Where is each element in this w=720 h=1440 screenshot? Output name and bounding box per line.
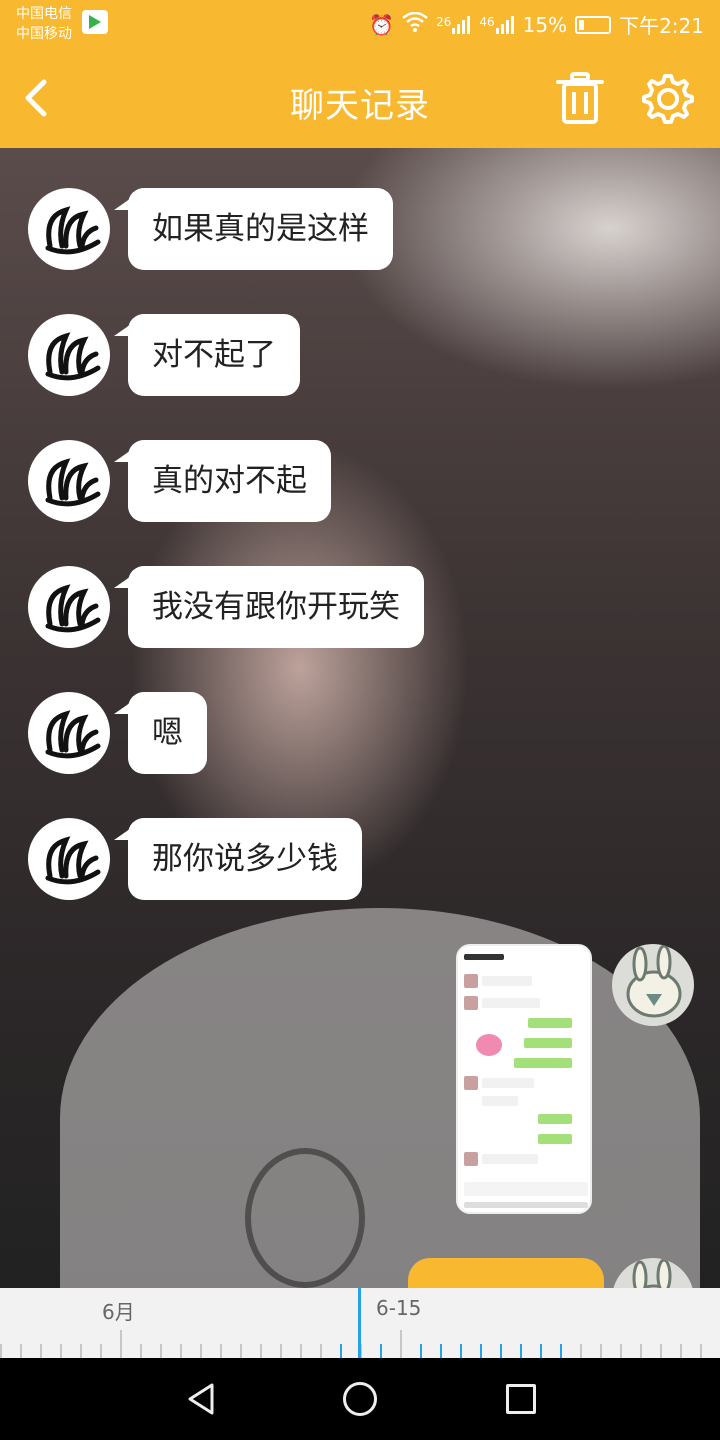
timeline-tick: [400, 1330, 402, 1358]
battery-percent: 15%: [522, 12, 568, 37]
message-bubble[interactable]: 我没有跟你开玩笑: [114, 566, 424, 648]
image-message-thumbnail[interactable]: [456, 944, 592, 1214]
trash-icon[interactable]: [556, 72, 604, 124]
outgoing-message-bubble[interactable]: [408, 1258, 604, 1288]
nav-recents-icon[interactable]: [506, 1384, 536, 1414]
timeline-tick: [280, 1344, 282, 1358]
chat-history[interactable]: 如果真的是这样 对不起了 真的对不起 我没有跟你开玩笑 嗯 那你说多少钱: [0, 148, 720, 1288]
timeline-tick: [220, 1344, 222, 1358]
status-bar: 中国电信 中国移动 ⏰ 26 46 15% 下午2:21: [0, 0, 720, 50]
video-app-icon: [82, 10, 108, 34]
timeline-tick: [600, 1344, 602, 1358]
avatar[interactable]: [28, 314, 110, 396]
timeline-tick: [300, 1344, 302, 1358]
timeline-tick: [60, 1344, 62, 1358]
date-timeline[interactable]: 6月 6-15: [0, 1288, 720, 1358]
timeline-date-label: 6-15: [376, 1296, 422, 1320]
background-photo: [60, 908, 700, 1288]
message-bubble[interactable]: 嗯: [114, 692, 207, 774]
signal-1-icon: 26: [436, 15, 471, 35]
gear-icon[interactable]: [640, 72, 694, 126]
timeline-tick: [340, 1344, 342, 1358]
timeline-tick: [520, 1344, 522, 1358]
timeline-tick: [540, 1344, 542, 1358]
carrier-info: 中国电信 中国移动: [16, 4, 72, 44]
message-bubble[interactable]: 真的对不起: [114, 440, 331, 522]
timeline-tick: [0, 1344, 2, 1358]
alarm-icon: ⏰: [369, 12, 395, 37]
timeline-tick: [40, 1344, 42, 1358]
timeline-tick: [240, 1344, 242, 1358]
page-title: 聊天记录: [290, 86, 430, 126]
clock: 下午2:21: [619, 14, 704, 38]
timeline-tick: [620, 1344, 622, 1358]
timeline-tick: [140, 1344, 142, 1358]
nav-back-icon[interactable]: [186, 1382, 216, 1416]
timeline-tick: [640, 1344, 642, 1358]
timeline-tick: [700, 1344, 702, 1358]
avatar[interactable]: [28, 692, 110, 774]
timeline-tick: [500, 1344, 502, 1358]
timeline-tick: [440, 1344, 442, 1358]
network-type-2: 46: [479, 14, 495, 29]
timeline-tick: [480, 1344, 482, 1358]
carrier-2: 中国移动: [16, 26, 72, 42]
timeline-tick: [80, 1344, 82, 1358]
avatar[interactable]: [28, 188, 110, 270]
timeline-tick: [100, 1344, 102, 1358]
network-type-1: 26: [436, 14, 452, 29]
timeline-tick: [180, 1344, 182, 1358]
avatar[interactable]: [28, 818, 110, 900]
background-photo-detail: [245, 1148, 365, 1288]
timeline-tick: [160, 1344, 162, 1358]
timeline-tick: [380, 1344, 382, 1358]
message-bubble[interactable]: 那你说多少钱: [114, 818, 362, 900]
timeline-tick: [420, 1344, 422, 1358]
avatar[interactable]: [28, 566, 110, 648]
avatar[interactable]: [28, 440, 110, 522]
timeline-tick: [560, 1344, 562, 1358]
wifi-icon: [402, 11, 428, 37]
timeline-tick: [120, 1330, 122, 1358]
timeline-tick: [580, 1344, 582, 1358]
nav-home-icon[interactable]: [343, 1382, 377, 1416]
timeline-tick: [260, 1344, 262, 1358]
message-bubble[interactable]: 对不起了: [114, 314, 300, 396]
self-avatar[interactable]: [612, 944, 694, 1026]
timeline-tick: [200, 1344, 202, 1358]
timeline-tick: [660, 1344, 662, 1358]
timeline-tick: [320, 1344, 322, 1358]
message-bubble[interactable]: 如果真的是这样: [114, 188, 393, 270]
system-nav-bar: [0, 1358, 720, 1440]
timeline-tick: [680, 1344, 682, 1358]
status-indicators: ⏰ 26 46 15% 下午2:21: [369, 10, 704, 39]
timeline-month-label: 6月: [102, 1300, 135, 1324]
app-header: 聊天记录: [0, 50, 720, 148]
timeline-cursor[interactable]: [358, 1288, 361, 1358]
battery-icon: [575, 15, 612, 34]
timeline-tick: [20, 1344, 22, 1358]
timeline-tick: [460, 1344, 462, 1358]
carrier-1: 中国电信: [16, 6, 72, 22]
signal-2-icon: 46: [479, 15, 514, 35]
